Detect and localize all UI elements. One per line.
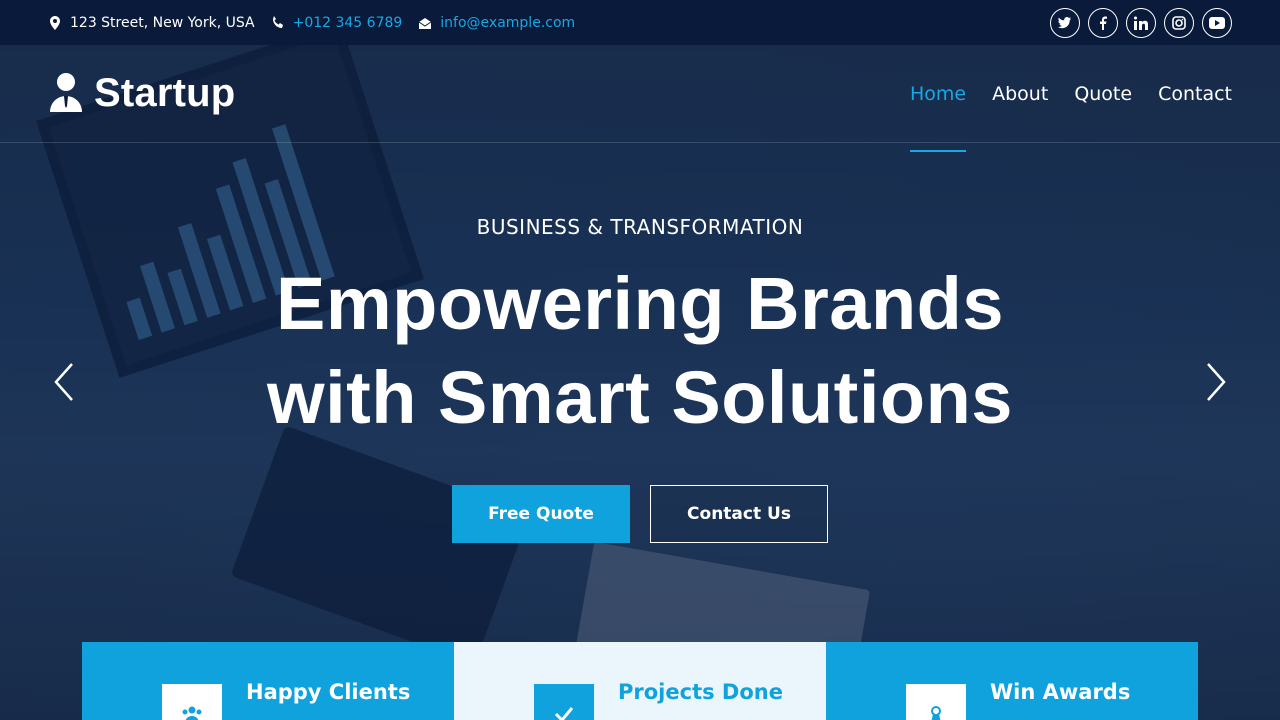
stat-label: Projects Done [618,680,783,704]
email-text[interactable]: info@example.com [440,15,575,31]
address-text: 123 Street, New York, USA [70,14,255,31]
main-nav: Home About Quote Contact [910,73,1232,152]
social-links [1050,7,1232,38]
phone-item[interactable]: +012 345 6789 [271,15,403,31]
phone-icon [271,15,285,30]
topbar: 123 Street, New York, USA +012 345 6789 … [0,0,1280,45]
stat-label: Win Awards [990,680,1131,704]
brand-name[interactable]: Startup [94,71,235,116]
stat-win-awards: Win Awards [826,642,1198,720]
nav-about[interactable]: About [992,73,1048,115]
stat-label: Happy Clients [246,680,411,704]
location-pin-icon [48,15,62,30]
carousel-prev-button[interactable] [52,362,78,402]
users-icon [162,684,222,720]
linkedin-icon[interactable] [1126,7,1156,38]
chevron-right-icon [1207,363,1226,401]
stats-row: Happy Clients Projects Done Win Awards [82,642,1198,720]
free-quote-button[interactable]: Free Quote [452,485,630,543]
nav-home[interactable]: Home [910,73,967,152]
nav-quote[interactable]: Quote [1074,73,1132,115]
youtube-icon[interactable] [1202,7,1232,38]
hero-buttons: Free Quote Contact Us [0,485,1280,543]
address-item: 123 Street, New York, USA [48,15,255,31]
stat-happy-clients: Happy Clients [82,642,454,720]
phone-text[interactable]: +012 345 6789 [293,15,403,31]
hero-content: BUSINESS & TRANSFORMATION Empowering Bra… [0,215,1280,543]
award-icon [906,684,966,720]
check-icon [534,684,594,720]
nav-contact[interactable]: Contact [1158,73,1232,115]
carousel-next-button[interactable] [1202,362,1228,402]
chevron-left-icon [54,363,73,401]
contact-info: 123 Street, New York, USA +012 345 6789 … [48,15,575,31]
instagram-icon[interactable] [1164,7,1194,38]
navbar: Startup Home About Quote Contact [0,45,1280,152]
brand[interactable]: Startup [48,71,235,116]
contact-us-button[interactable]: Contact Us [650,485,828,543]
stat-projects-done: Projects Done [454,642,826,720]
email-item[interactable]: info@example.com [418,15,575,31]
facebook-icon[interactable] [1088,7,1118,38]
hero-headline: Empowering Brands with Smart Solutions [0,257,1280,445]
hero-kicker: BUSINESS & TRANSFORMATION [476,215,804,239]
user-icon [48,72,84,116]
envelope-open-icon [418,16,432,30]
twitter-icon[interactable] [1050,7,1080,38]
headline-line-2: with Smart Solutions [267,356,1013,439]
headline-line-1: Empowering Brands [275,262,1005,345]
